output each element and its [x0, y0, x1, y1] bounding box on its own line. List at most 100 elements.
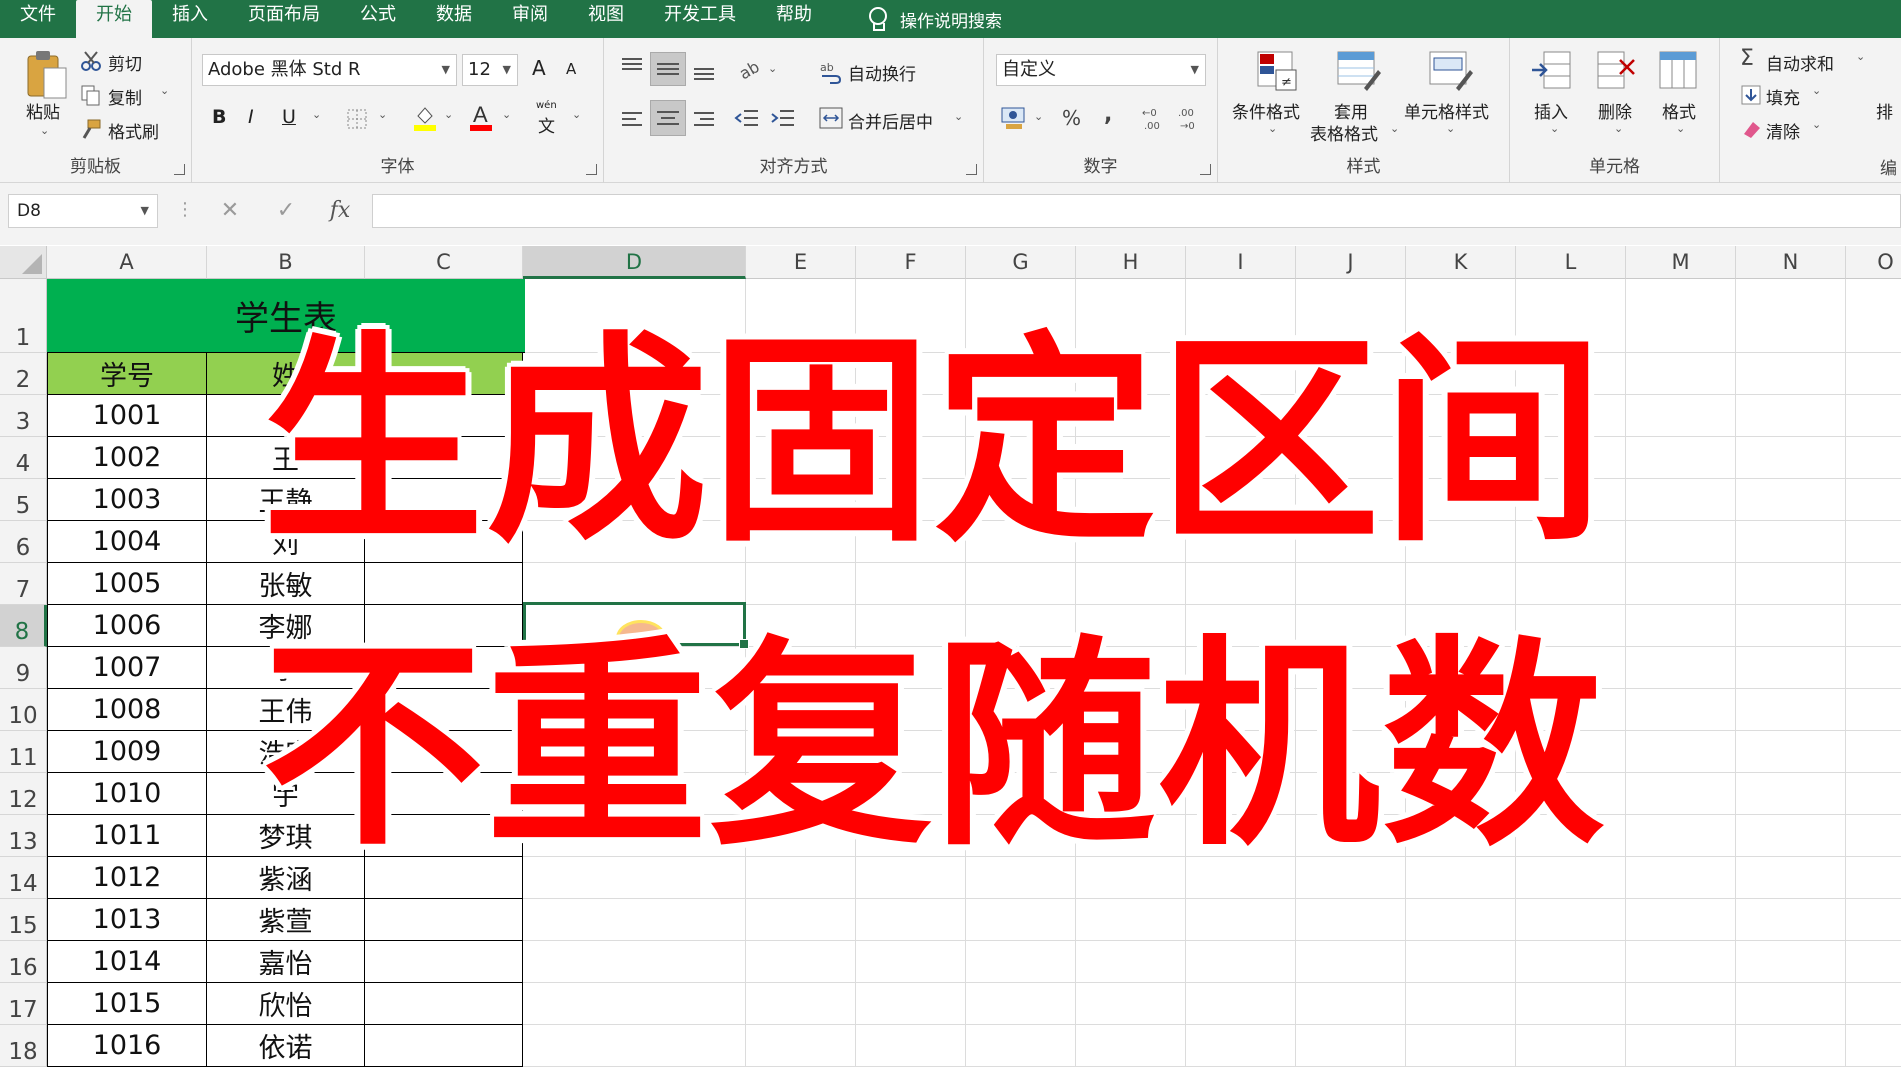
- dialog-launcher-icon[interactable]: [586, 164, 597, 175]
- column-header-a[interactable]: A: [47, 246, 207, 279]
- cell-m8[interactable]: [1626, 605, 1736, 647]
- row-header-2[interactable]: 2: [0, 353, 47, 395]
- table-cell-id[interactable]: 1001: [47, 395, 207, 437]
- cell-g18[interactable]: [966, 1025, 1076, 1067]
- cell-o9[interactable]: [1846, 647, 1901, 689]
- percent-button[interactable]: %: [1062, 106, 1081, 130]
- cell-o15[interactable]: [1846, 899, 1901, 941]
- chevron-down-icon[interactable]: ⌄: [954, 110, 963, 123]
- cell-g17[interactable]: [966, 983, 1076, 1025]
- menu-insert[interactable]: 插入: [152, 0, 228, 38]
- paste-icon[interactable]: [22, 48, 70, 102]
- cell-d16[interactable]: [523, 941, 746, 983]
- table-cell-id[interactable]: 1002: [47, 437, 207, 479]
- cell-o5[interactable]: [1846, 479, 1901, 521]
- row-header-4[interactable]: 4: [0, 437, 47, 479]
- insert-cells-icon[interactable]: [1530, 48, 1574, 94]
- cell-f17[interactable]: [856, 983, 966, 1025]
- menu-page-layout[interactable]: 页面布局: [228, 0, 340, 38]
- cell-h17[interactable]: [1076, 983, 1186, 1025]
- cell-m14[interactable]: [1626, 857, 1736, 899]
- table-cell-name[interactable]: 欣怡: [207, 983, 365, 1025]
- cell-n18[interactable]: [1736, 1025, 1846, 1067]
- chevron-down-icon[interactable]: ⌄: [1268, 122, 1277, 135]
- cell-n10[interactable]: [1736, 689, 1846, 731]
- cell-n5[interactable]: [1736, 479, 1846, 521]
- delete-cells-icon[interactable]: [1594, 48, 1638, 94]
- font-size-dropdown[interactable]: 12 ▼: [462, 54, 518, 86]
- cell-m11[interactable]: [1626, 731, 1736, 773]
- grow-font-button[interactable]: A: [532, 56, 546, 80]
- cell-m4[interactable]: [1626, 437, 1736, 479]
- table-cell-name[interactable]: 紫萱: [207, 899, 365, 941]
- row-header-7[interactable]: 7: [0, 563, 47, 605]
- column-header-l[interactable]: L: [1516, 246, 1626, 279]
- row-header-5[interactable]: 5: [0, 479, 47, 521]
- cell-n11[interactable]: [1736, 731, 1846, 773]
- cell-d15[interactable]: [523, 899, 746, 941]
- cell-k16[interactable]: [1406, 941, 1516, 983]
- underline-button[interactable]: U: [282, 106, 296, 128]
- confirm-entry-button[interactable]: ✓: [264, 194, 308, 228]
- chevron-down-icon[interactable]: ⌄: [444, 108, 453, 121]
- row-header-16[interactable]: 16: [0, 941, 47, 983]
- cell-o7[interactable]: [1846, 563, 1901, 605]
- format-painter-icon[interactable]: [80, 118, 102, 140]
- cell-n4[interactable]: [1736, 437, 1846, 479]
- column-header-c[interactable]: C: [365, 246, 523, 279]
- table-cell-id[interactable]: 1011: [47, 815, 207, 857]
- table-cell-id[interactable]: 1014: [47, 941, 207, 983]
- fill-color-icon[interactable]: [412, 104, 438, 132]
- cell-i16[interactable]: [1186, 941, 1296, 983]
- cell-n14[interactable]: [1736, 857, 1846, 899]
- chevron-down-icon[interactable]: ⌄: [1034, 110, 1043, 123]
- row-header-17[interactable]: 17: [0, 983, 47, 1025]
- cell-o3[interactable]: [1846, 395, 1901, 437]
- decrease-decimal-icon[interactable]: .00→0: [1174, 104, 1202, 132]
- accounting-format-icon[interactable]: [1000, 104, 1028, 132]
- cell-n16[interactable]: [1736, 941, 1846, 983]
- table-cell-c[interactable]: [365, 1025, 523, 1067]
- cut-label[interactable]: 剪切: [108, 50, 142, 75]
- cell-m18[interactable]: [1626, 1025, 1736, 1067]
- table-header-id[interactable]: 学号: [47, 353, 207, 395]
- cell-l15[interactable]: [1516, 899, 1626, 941]
- chevron-down-icon[interactable]: ⌄: [378, 108, 387, 121]
- chevron-down-icon[interactable]: ⌄: [768, 62, 777, 75]
- number-format-dropdown[interactable]: 自定义 ▼: [996, 54, 1206, 86]
- chevron-down-icon[interactable]: ⌄: [1614, 122, 1623, 135]
- table-cell-id[interactable]: 1012: [47, 857, 207, 899]
- insert-function-button[interactable]: fx: [318, 194, 362, 228]
- cell-e16[interactable]: [746, 941, 856, 983]
- dialog-launcher-icon[interactable]: [174, 164, 185, 175]
- align-right-icon[interactable]: [692, 110, 716, 130]
- cell-m2[interactable]: [1626, 353, 1736, 395]
- cell-e17[interactable]: [746, 983, 856, 1025]
- shrink-font-button[interactable]: A: [566, 60, 576, 78]
- cell-m7[interactable]: [1626, 563, 1736, 605]
- format-cells-icon[interactable]: [1656, 48, 1700, 94]
- cell-n15[interactable]: [1736, 899, 1846, 941]
- table-cell-name[interactable]: 依诺: [207, 1025, 365, 1067]
- table-cell-name[interactable]: 嘉怡: [207, 941, 365, 983]
- cell-m16[interactable]: [1626, 941, 1736, 983]
- menu-view[interactable]: 视图: [568, 0, 644, 38]
- cell-n8[interactable]: [1736, 605, 1846, 647]
- name-box[interactable]: D8 ▼: [8, 194, 158, 228]
- increase-decimal-icon[interactable]: ←0.00: [1138, 104, 1166, 132]
- cell-h16[interactable]: [1076, 941, 1186, 983]
- menu-review[interactable]: 审阅: [492, 0, 568, 38]
- wrap-text-icon[interactable]: ab: [820, 60, 842, 84]
- borders-icon[interactable]: [346, 108, 368, 130]
- cell-h15[interactable]: [1076, 899, 1186, 941]
- cell-e18[interactable]: [746, 1025, 856, 1067]
- column-header-j[interactable]: J: [1296, 246, 1406, 279]
- cell-n1[interactable]: [1736, 279, 1846, 353]
- column-header-e[interactable]: E: [746, 246, 856, 279]
- cell-o16[interactable]: [1846, 941, 1901, 983]
- chevron-down-icon[interactable]: ⌄: [1446, 122, 1455, 135]
- cell-n9[interactable]: [1736, 647, 1846, 689]
- cell-j17[interactable]: [1296, 983, 1406, 1025]
- cell-m9[interactable]: [1626, 647, 1736, 689]
- decrease-indent-icon[interactable]: [734, 108, 760, 130]
